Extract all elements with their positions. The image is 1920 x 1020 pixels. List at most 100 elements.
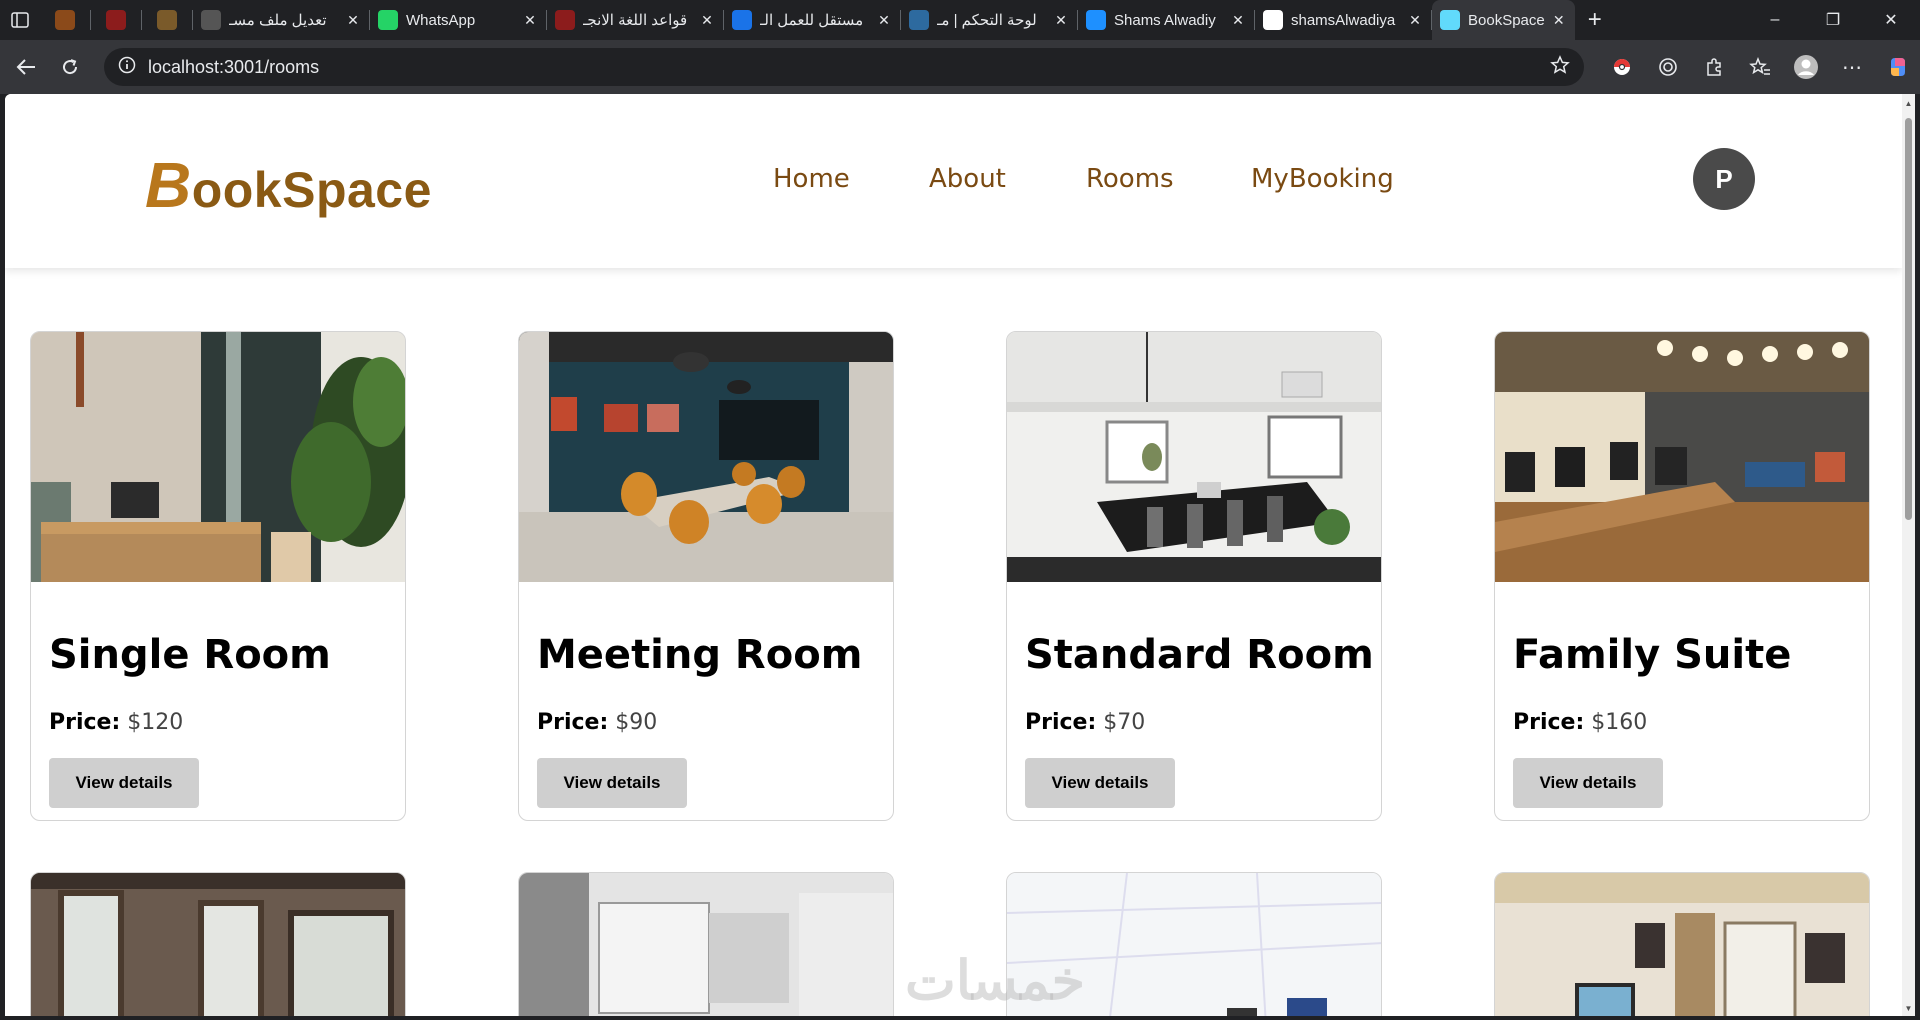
- room-image[interactable]: [1007, 332, 1381, 582]
- close-tab-icon[interactable]: ✕: [345, 12, 361, 29]
- bookmark-star-icon[interactable]: [1550, 54, 1570, 80]
- browser-tab[interactable]: BookSpace ✕: [1432, 0, 1575, 40]
- site-header: BookSpace Home About Rooms MyBooking P: [5, 94, 1902, 268]
- browser-tab[interactable]: Shams Alwadiy ✕: [1078, 0, 1254, 40]
- profile-avatar-icon[interactable]: [1784, 45, 1828, 89]
- browser-tab[interactable]: لوحة التحكم | مـ ✕: [901, 0, 1077, 40]
- openai-icon: [201, 10, 221, 30]
- nav-mybooking[interactable]: MyBooking: [1251, 164, 1394, 194]
- tab-title: shamsAlwadiya: [1291, 11, 1396, 29]
- close-tab-icon[interactable]: ✕: [1230, 12, 1246, 29]
- youtube-icon: [555, 10, 575, 30]
- tab-title: تعديل ملف مسـ: [229, 12, 327, 29]
- tab-title: Shams Alwadiy: [1114, 11, 1216, 29]
- browser-toolbar: localhost:3001/rooms ⋯: [0, 40, 1920, 94]
- tab-bar: تعديل ملف مسـ ✕ WhatsApp ✕ قواعد اللغة الانج…: [0, 0, 1920, 40]
- room-name: Meeting Room: [537, 632, 863, 678]
- room-image[interactable]: [30, 872, 406, 1016]
- bookspace-logo[interactable]: BookSpace: [145, 148, 432, 222]
- room-price: Price: $90: [537, 710, 657, 735]
- close-tab-icon[interactable]: ✕: [699, 12, 715, 29]
- view-details-button[interactable]: View details: [1513, 758, 1663, 808]
- watermark-text: خمسات: [905, 951, 1086, 1011]
- logo-initial: B: [145, 149, 192, 221]
- nav-home[interactable]: Home: [773, 164, 850, 194]
- extensions-puzzle-icon[interactable]: [1692, 45, 1736, 89]
- price-value: $90: [615, 710, 658, 735]
- nav-about[interactable]: About: [929, 164, 1006, 194]
- close-tab-icon[interactable]: ✕: [1551, 12, 1567, 29]
- address-bar[interactable]: localhost:3001/rooms: [104, 48, 1584, 86]
- room-name: Standard Room: [1025, 632, 1374, 678]
- browser-tab[interactable]: WhatsApp ✕: [370, 0, 546, 40]
- circle-icon: [1086, 10, 1106, 30]
- price-label: Price:: [1513, 710, 1585, 735]
- room-card: Single Room Price: $120 View details: [30, 331, 406, 821]
- browser-tab[interactable]: [91, 0, 141, 40]
- restore-icon[interactable]: ❐: [1804, 0, 1862, 40]
- close-tab-icon[interactable]: ✕: [1407, 12, 1423, 29]
- room-image[interactable]: [1494, 872, 1870, 1016]
- view-details-button[interactable]: View details: [1025, 758, 1175, 808]
- react-icon: [1440, 10, 1460, 30]
- close-tab-icon[interactable]: ✕: [522, 12, 538, 29]
- user-avatar[interactable]: P: [1693, 148, 1755, 210]
- browser-tab[interactable]: [142, 0, 192, 40]
- scroll-up-arrow-icon[interactable]: ▲: [1902, 99, 1915, 108]
- tab-title: WhatsApp: [406, 11, 476, 29]
- browser-tab[interactable]: مستقل للعمل الـ ✕: [724, 0, 900, 40]
- bowl-icon: [55, 10, 75, 30]
- search-icon: [732, 10, 752, 30]
- price-label: Price:: [49, 710, 121, 735]
- tab-title: قواعد اللغة الانجـ: [583, 12, 688, 29]
- browser-tab[interactable]: تعديل ملف مسـ ✕: [193, 0, 369, 40]
- favorites-icon[interactable]: [1738, 45, 1782, 89]
- close-window-icon[interactable]: ✕: [1862, 0, 1920, 40]
- browser-tab[interactable]: [40, 0, 90, 40]
- url-text[interactable]: localhost:3001/rooms: [148, 57, 1550, 78]
- tab-actions-icon[interactable]: [0, 0, 40, 40]
- github-icon: [1263, 10, 1283, 30]
- room-card: Meeting Room Price: $90 View details: [518, 331, 894, 821]
- site-info-icon[interactable]: [118, 56, 136, 79]
- room-image[interactable]: [31, 332, 405, 582]
- price-label: Price:: [1025, 710, 1097, 735]
- close-tab-icon[interactable]: ✕: [1053, 12, 1069, 29]
- browser-tab[interactable]: shamsAlwadiya ✕: [1255, 0, 1431, 40]
- room-image[interactable]: [519, 332, 893, 582]
- tab-title: BookSpace: [1468, 11, 1545, 29]
- browser-tab[interactable]: قواعد اللغة الانجـ ✕: [547, 0, 723, 40]
- view-details-button[interactable]: View details: [537, 758, 687, 808]
- tracking-extension-icon[interactable]: [1646, 45, 1690, 89]
- scrollbar-thumb[interactable]: [1905, 118, 1912, 520]
- more-menu-icon[interactable]: ⋯: [1830, 45, 1874, 89]
- room-image[interactable]: [518, 872, 894, 1016]
- circle-icon: [909, 10, 929, 30]
- room-price: Price: $70: [1025, 710, 1145, 735]
- room-price: Price: $160: [1513, 710, 1647, 735]
- youtube-icon: [106, 10, 126, 30]
- whatsapp-icon: [378, 10, 398, 30]
- room-card: Family Suite Price: $160 View details: [1494, 331, 1870, 821]
- room-image[interactable]: [1495, 332, 1869, 582]
- minimize-icon[interactable]: –: [1746, 0, 1804, 40]
- scroll-down-arrow-icon[interactable]: ▼: [1902, 1004, 1915, 1013]
- copilot-icon[interactable]: [1876, 45, 1920, 89]
- tab-title: لوحة التحكم | مـ: [937, 12, 1037, 29]
- page-scrollbar[interactable]: ▲ ▼: [1902, 94, 1915, 1016]
- close-tab-icon[interactable]: ✕: [876, 12, 892, 29]
- reload-icon[interactable]: [48, 45, 92, 89]
- number-5-icon: [157, 10, 177, 30]
- price-label: Price:: [537, 710, 609, 735]
- tab-title: مستقل للعمل الـ: [760, 12, 864, 29]
- new-tab-button[interactable]: +: [1575, 6, 1615, 34]
- back-icon[interactable]: [4, 45, 48, 89]
- room-price: Price: $120: [49, 710, 183, 735]
- price-value: $120: [127, 710, 184, 735]
- pokeball-extension-icon[interactable]: [1600, 45, 1644, 89]
- view-details-button[interactable]: View details: [49, 758, 199, 808]
- room-name: Family Suite: [1513, 632, 1792, 678]
- nav-rooms[interactable]: Rooms: [1086, 164, 1174, 194]
- price-value: $160: [1591, 710, 1648, 735]
- price-value: $70: [1103, 710, 1146, 735]
